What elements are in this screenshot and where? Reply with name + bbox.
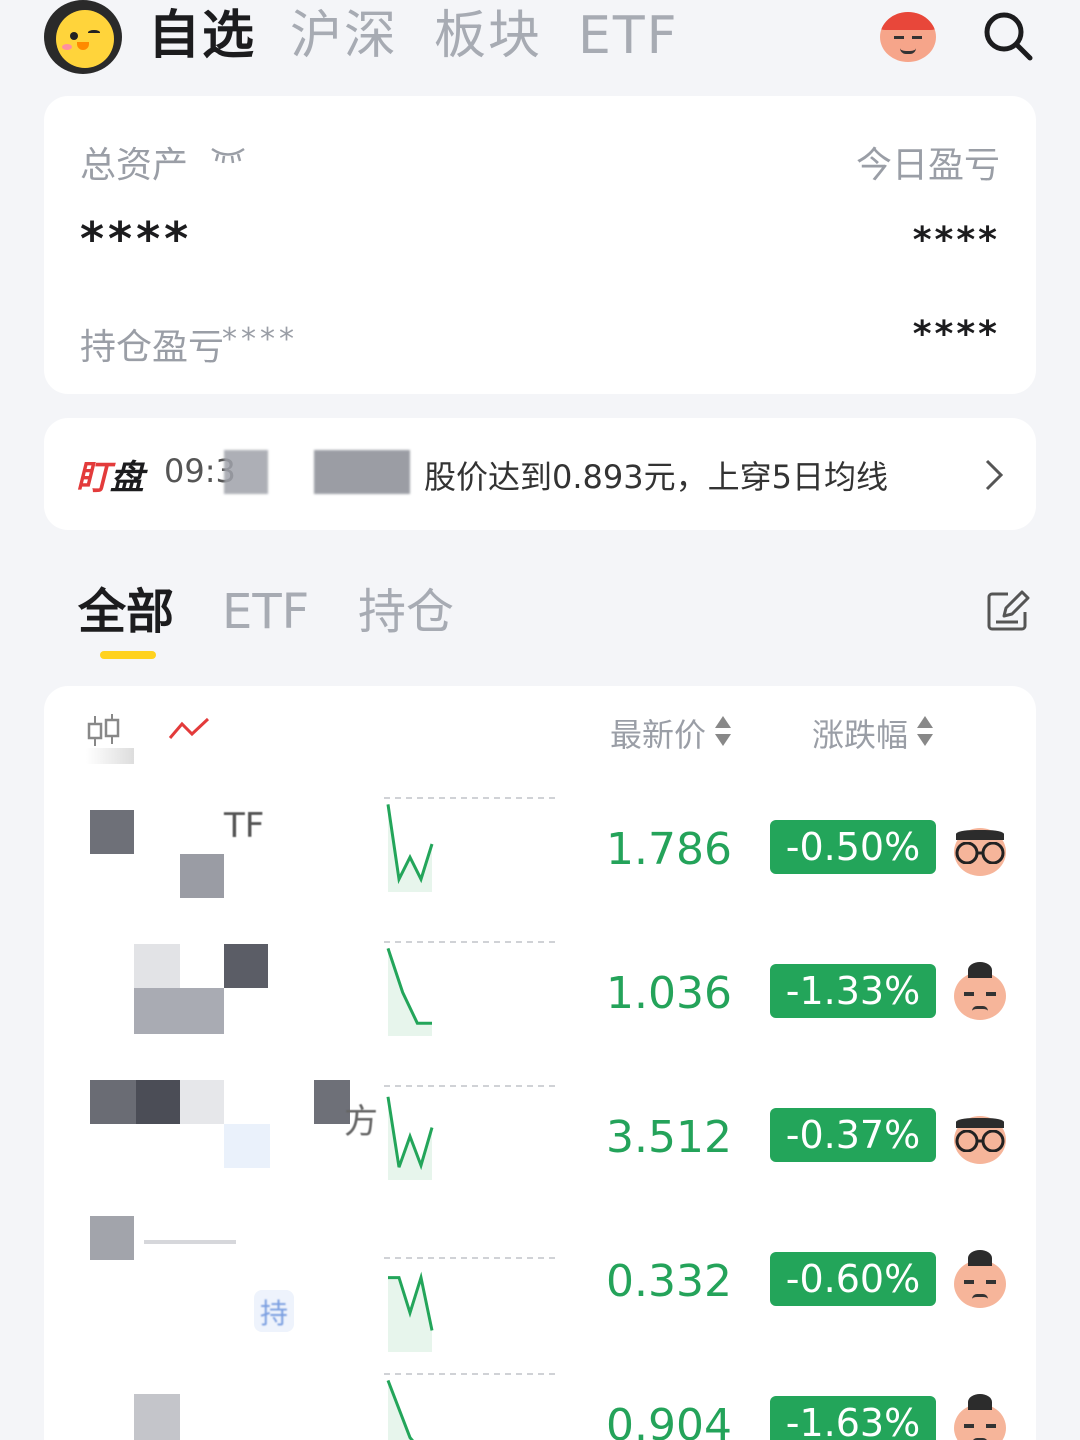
red-hair-avatar-icon[interactable] — [880, 12, 936, 62]
holding-badge-label: 持 — [260, 1297, 289, 1330]
alert-message: 股价达到0.893元，上穿5日均线 — [424, 458, 888, 496]
redacted-block — [180, 1080, 224, 1124]
stock-row[interactable]: 1.036 -1.33% — [44, 928, 1036, 1072]
sparkline-chart — [384, 1373, 560, 1440]
holding-pl-value: **** — [222, 322, 298, 357]
trend-line-icon[interactable] — [168, 716, 210, 742]
change-badge: -0.37% — [770, 1108, 936, 1162]
glasses-face-icon[interactable] — [950, 818, 1010, 878]
edit-icon[interactable] — [986, 590, 1030, 632]
stock-row[interactable]: TF 1.786 -0.50% — [44, 784, 1036, 928]
latest-price: 3.512 — [606, 1112, 732, 1163]
eye-closed-icon[interactable] — [210, 146, 246, 164]
price-column-header[interactable]: 最新价 — [610, 710, 706, 756]
asset-summary-card: 总资产 今日盈亏 **** **** 持仓盈亏 **** **** — [44, 96, 1036, 394]
redacted-block — [136, 1080, 180, 1124]
nav-tab-watchlist[interactable]: 自选 — [148, 4, 256, 68]
redacted-block — [224, 944, 268, 988]
change-badge: -0.50% — [770, 820, 936, 874]
redacted-block — [90, 810, 134, 854]
latest-price: 0.904 — [606, 1400, 732, 1440]
latest-price: 0.332 — [606, 1256, 732, 1307]
bun-face-icon[interactable] — [950, 1394, 1010, 1440]
today-pl-label: 今日盈亏 — [855, 145, 1000, 186]
redacted-block — [134, 988, 224, 1034]
change-badge: -0.60% — [770, 1252, 936, 1306]
nav-tab-sectors[interactable]: 板块 — [434, 4, 542, 68]
stock-row[interactable]: 持 0.332 -0.60% — [44, 1216, 1036, 1360]
sort-icon[interactable] — [714, 714, 732, 748]
nav-tab-shsz[interactable]: 沪深 — [290, 4, 398, 68]
duck-logo-icon[interactable] — [44, 0, 122, 74]
price-alert-bar[interactable]: 盯盘 09:3 股价达到0.893元，上穿5日均线 — [44, 418, 1036, 530]
chevron-right-icon[interactable] — [984, 458, 1004, 492]
holding-pl-right-value: **** — [912, 314, 1000, 355]
glasses-face-icon[interactable] — [950, 1106, 1010, 1166]
redacted-block — [180, 854, 224, 898]
latest-price: 1.036 — [606, 968, 732, 1019]
sparkline-area — [388, 1380, 413, 1440]
sparkline-chart — [384, 797, 560, 892]
change-column-header[interactable]: 涨跌幅 — [812, 710, 908, 756]
sparkline-chart — [384, 1085, 560, 1180]
sort-icon[interactable] — [916, 714, 934, 748]
stock-list-card: 最新价 涨跌幅 TF 1.786 -0.50% 1.036 -1.33% 方 3… — [44, 686, 1036, 1440]
search-icon[interactable] — [982, 10, 1034, 62]
redacted-block — [90, 1080, 136, 1124]
tab-holdings[interactable]: 持仓 — [358, 582, 454, 642]
redacted-block — [134, 1394, 180, 1440]
candlestick-icon[interactable] — [86, 714, 120, 748]
bun-face-icon[interactable] — [950, 1250, 1010, 1310]
latest-price: 1.786 — [606, 824, 732, 875]
redacted-block — [144, 1240, 236, 1244]
alert-tag: 盯盘 — [76, 458, 144, 498]
redacted-block — [224, 1124, 270, 1168]
total-assets-label: 总资产 — [80, 145, 189, 186]
redacted-block — [90, 1216, 134, 1260]
active-tab-indicator — [100, 651, 156, 659]
top-nav: 自选 沪深 板块 ETF — [0, 0, 1080, 80]
today-pl-value: **** — [912, 220, 1000, 261]
tab-etf[interactable]: ETF — [222, 582, 309, 642]
change-badge: -1.63% — [770, 1396, 936, 1440]
nav-tab-etf[interactable]: ETF — [578, 4, 679, 68]
stock-row[interactable]: 方 3.512 -0.37% — [44, 1072, 1036, 1216]
stock-row[interactable]: 0.904 -1.63% — [44, 1360, 1036, 1440]
redacted-block — [134, 944, 180, 988]
change-badge: -1.33% — [770, 964, 936, 1018]
redacted-block — [224, 450, 268, 494]
redacted-block — [314, 450, 410, 494]
view-toggle-underline — [86, 748, 134, 764]
total-assets-value: **** — [80, 212, 193, 266]
stock-name-fragment: 方 — [344, 1102, 378, 1142]
bun-face-icon[interactable] — [950, 962, 1010, 1022]
sparkline-chart — [384, 1257, 560, 1352]
holding-pl-label: 持仓盈亏 — [80, 327, 225, 368]
stock-name-fragment: TF — [224, 806, 265, 846]
sparkline-chart — [384, 941, 560, 1036]
tab-all[interactable]: 全部 — [78, 582, 174, 642]
